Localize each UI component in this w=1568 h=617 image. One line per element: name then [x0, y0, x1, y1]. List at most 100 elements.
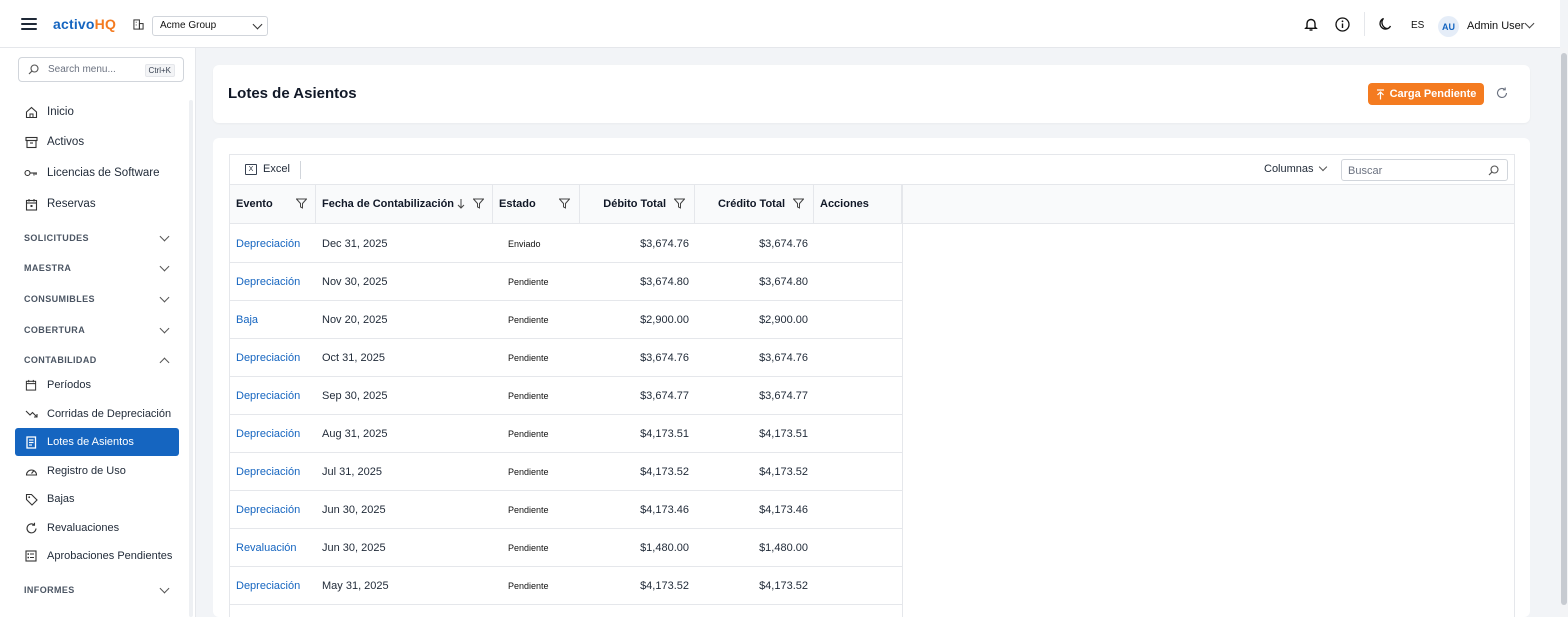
column-header-credito[interactable]: Crédito Total: [695, 185, 814, 223]
debit-total: $3,674.76: [640, 238, 689, 250]
chevron-down-icon[interactable]: [1524, 18, 1535, 29]
home-icon: [25, 106, 37, 118]
event-link[interactable]: Depreciación: [236, 491, 316, 529]
event-link[interactable]: Depreciación: [236, 377, 316, 415]
filter-icon[interactable]: [296, 198, 307, 209]
posting-date: Aug 31, 2025: [322, 428, 388, 440]
grid-toolbar: X Excel Columnas Buscar: [230, 155, 1514, 185]
columns-button[interactable]: Columnas: [1264, 162, 1327, 175]
sidebar-item-reservas[interactable]: Reservas: [15, 190, 179, 218]
sidebar-item-label: Bajas: [47, 493, 75, 505]
event-link[interactable]: Depreciación: [236, 453, 316, 491]
sidebar-item-periodos[interactable]: Períodos: [15, 371, 179, 399]
checklist-icon: [25, 550, 37, 562]
event-link[interactable]: Depreciación: [236, 567, 316, 605]
shortcut-hint: Ctrl+K: [144, 64, 175, 77]
posting-date: Jun 30, 2025: [322, 542, 386, 554]
table-row[interactable]: Depreciación Dec 31, 2025 Enviado $3,674.76…: [230, 225, 902, 263]
upload-icon: [1376, 88, 1384, 99]
sidebar-item-revaluaciones[interactable]: Revaluaciones: [15, 514, 179, 542]
bell-icon[interactable]: [1304, 17, 1318, 32]
chevron-down-icon: [159, 323, 170, 334]
avatar[interactable]: AU: [1438, 16, 1459, 37]
app-logo[interactable]: activoHQ: [53, 16, 116, 32]
posting-date: Nov 30, 2025: [322, 276, 388, 288]
sidebar-item-bajas[interactable]: Bajas: [15, 485, 179, 513]
table-row[interactable]: Depreciación May 31, 2025 Pendiente $4,173.…: [230, 567, 902, 605]
credit-total: $4,173.52: [759, 580, 808, 592]
sidebar-item-corridas[interactable]: Corridas de Depreciación: [15, 400, 179, 428]
section-cobertura[interactable]: COBERTURA: [24, 323, 172, 335]
filter-icon[interactable]: [559, 198, 570, 209]
moon-icon[interactable]: [1378, 17, 1392, 32]
column-header-evento[interactable]: Evento: [230, 185, 316, 223]
column-label: Acciones: [820, 198, 869, 210]
table-header: Evento Fecha de Contabilización Estado D…: [230, 185, 1514, 224]
filter-icon[interactable]: [793, 198, 804, 209]
excel-export-button[interactable]: X Excel: [245, 163, 290, 175]
event-link[interactable]: Depreciación: [236, 339, 316, 377]
menu-search-input[interactable]: Search menu... Ctrl+K: [18, 57, 184, 82]
excel-label: Excel: [263, 163, 290, 175]
status-label: Pendiente: [508, 315, 549, 325]
sidebar-item-label: Activos: [47, 136, 85, 148]
table-row[interactable]: Depreciación Aug 31, 2025 Pendiente $4,173.…: [230, 415, 902, 453]
filter-icon[interactable]: [473, 198, 484, 209]
grid-search-input[interactable]: Buscar: [1341, 159, 1508, 181]
page-header: Lotes de Asientos Carga Pendiente: [213, 65, 1530, 123]
column-header-debito[interactable]: Débito Total: [580, 185, 695, 223]
section-solicitudes[interactable]: SOLICITUDES: [24, 231, 172, 243]
sidebar-item-activos[interactable]: Activos: [15, 128, 179, 156]
chevron-down-icon: [1318, 162, 1327, 172]
table-row[interactable]: Baja Nov 20, 2025 Pendiente $2,900.00 $2,900…: [230, 301, 902, 339]
column-label: Fecha de Contabilización: [322, 198, 455, 210]
section-label: CONSUMIBLES: [24, 294, 95, 304]
section-maestra[interactable]: MAESTRA: [24, 261, 172, 273]
pending-upload-button[interactable]: Carga Pendiente: [1368, 83, 1484, 105]
sidebar-item-label: Inicio: [47, 106, 74, 118]
section-consumibles[interactable]: CONSUMIBLES: [24, 292, 172, 304]
debit-total: $3,674.76: [640, 352, 689, 364]
user-name[interactable]: Admin User: [1467, 20, 1524, 32]
event-link[interactable]: Depreciación: [236, 263, 316, 301]
column-header-estado[interactable]: Estado: [493, 185, 580, 223]
scrollbar-thumb[interactable]: [1561, 53, 1567, 605]
table-row[interactable]: Depreciación Jun 30, 2025 Pendiente $4,173.…: [230, 491, 902, 529]
table-row[interactable]: Revaluación Jun 30, 2025 Pendiente $1,480.0…: [230, 529, 902, 567]
organization-select[interactable]: Acme Group: [152, 16, 268, 36]
event-link[interactable]: Baja: [236, 301, 316, 339]
sidebar-scrollbar[interactable]: [189, 100, 193, 617]
event-link[interactable]: Depreciación: [236, 415, 316, 453]
divider: [1364, 12, 1365, 36]
table-row[interactable]: Depreciación Sep 30, 2025 Pendiente $3,674.…: [230, 377, 902, 415]
refresh-icon[interactable]: [1496, 87, 1508, 99]
sort-down-icon[interactable]: [457, 198, 465, 209]
page-scrollbar[interactable]: [1560, 48, 1568, 617]
column-header-fecha[interactable]: Fecha de Contabilización: [316, 185, 493, 223]
table-row[interactable]: Depreciación Nov 30, 2025 Pendiente $3,674.…: [230, 263, 902, 301]
calendar-icon: [25, 379, 37, 391]
table-row[interactable]: Depreciación Jul 31, 2025 Pendiente $4,173.…: [230, 453, 902, 491]
event-link[interactable]: Depreciación: [236, 225, 316, 263]
section-contabilidad[interactable]: CONTABILIDAD: [24, 355, 172, 368]
sidebar-item-licencias[interactable]: Licencias de Software: [15, 159, 179, 187]
debit-total: $3,674.77: [640, 390, 689, 402]
sidebar-item-registro-uso[interactable]: Registro de Uso: [15, 457, 179, 485]
table-row[interactable]: Depreciación Oct 31, 2025 Pendiente $3,674.…: [230, 339, 902, 377]
section-informes[interactable]: INFORMES: [24, 583, 172, 595]
sidebar-item-label: Registro de Uso: [47, 465, 126, 477]
posting-date: Nov 20, 2025: [322, 314, 388, 326]
sidebar-item-aprobaciones[interactable]: Aprobaciones Pendientes: [15, 542, 179, 570]
sidebar-item-lotes[interactable]: Lotes de Asientos: [15, 428, 179, 456]
column-label: Crédito Total: [717, 198, 785, 210]
info-icon[interactable]: [1335, 17, 1350, 32]
trend-down-icon: [25, 410, 38, 418]
sidebar-item-inicio[interactable]: Inicio: [15, 98, 179, 126]
section-label: INFORMES: [24, 585, 75, 595]
filter-icon[interactable]: [674, 198, 685, 209]
posting-date: Sep 30, 2025: [322, 390, 388, 402]
language-switch[interactable]: ES: [1411, 20, 1424, 31]
menu-icon[interactable]: [21, 18, 37, 30]
event-link[interactable]: Revaluación: [236, 529, 316, 567]
actions-cell: [814, 453, 902, 491]
